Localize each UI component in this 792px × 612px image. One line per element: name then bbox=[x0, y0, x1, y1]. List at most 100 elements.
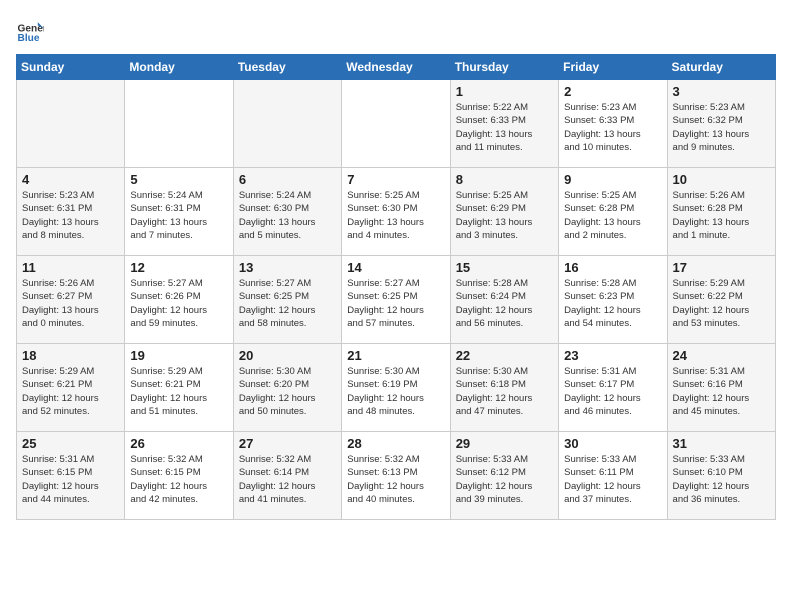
day-number: 15 bbox=[456, 260, 553, 275]
calendar-day-18: 18 Sunrise: 5:29 AM Sunset: 6:21 PM Dayli… bbox=[17, 344, 125, 432]
calendar-day-12: 12 Sunrise: 5:27 AM Sunset: 6:26 PM Dayli… bbox=[125, 256, 233, 344]
day-info: Sunrise: 5:31 AM Sunset: 6:16 PM Dayligh… bbox=[673, 365, 770, 418]
calendar-day-empty bbox=[125, 80, 233, 168]
day-info: Sunrise: 5:24 AM Sunset: 6:30 PM Dayligh… bbox=[239, 189, 336, 242]
day-info: Sunrise: 5:27 AM Sunset: 6:26 PM Dayligh… bbox=[130, 277, 227, 330]
day-number: 30 bbox=[564, 436, 661, 451]
day-info: Sunrise: 5:30 AM Sunset: 6:19 PM Dayligh… bbox=[347, 365, 444, 418]
calendar-day-4: 4 Sunrise: 5:23 AM Sunset: 6:31 PM Daylig… bbox=[17, 168, 125, 256]
day-info: Sunrise: 5:23 AM Sunset: 6:32 PM Dayligh… bbox=[673, 101, 770, 154]
day-number: 29 bbox=[456, 436, 553, 451]
calendar-week-row: 18 Sunrise: 5:29 AM Sunset: 6:21 PM Dayli… bbox=[17, 344, 776, 432]
day-info: Sunrise: 5:26 AM Sunset: 6:27 PM Dayligh… bbox=[22, 277, 119, 330]
day-info: Sunrise: 5:33 AM Sunset: 6:12 PM Dayligh… bbox=[456, 453, 553, 506]
day-info: Sunrise: 5:29 AM Sunset: 6:21 PM Dayligh… bbox=[22, 365, 119, 418]
calendar-day-30: 30 Sunrise: 5:33 AM Sunset: 6:11 PM Dayli… bbox=[559, 432, 667, 520]
day-number: 28 bbox=[347, 436, 444, 451]
day-number: 10 bbox=[673, 172, 770, 187]
calendar-day-17: 17 Sunrise: 5:29 AM Sunset: 6:22 PM Dayli… bbox=[667, 256, 775, 344]
day-info: Sunrise: 5:23 AM Sunset: 6:31 PM Dayligh… bbox=[22, 189, 119, 242]
calendar-day-21: 21 Sunrise: 5:30 AM Sunset: 6:19 PM Dayli… bbox=[342, 344, 450, 432]
calendar-day-3: 3 Sunrise: 5:23 AM Sunset: 6:32 PM Daylig… bbox=[667, 80, 775, 168]
day-info: Sunrise: 5:31 AM Sunset: 6:17 PM Dayligh… bbox=[564, 365, 661, 418]
day-info: Sunrise: 5:30 AM Sunset: 6:18 PM Dayligh… bbox=[456, 365, 553, 418]
calendar-day-9: 9 Sunrise: 5:25 AM Sunset: 6:28 PM Daylig… bbox=[559, 168, 667, 256]
calendar-day-24: 24 Sunrise: 5:31 AM Sunset: 6:16 PM Dayli… bbox=[667, 344, 775, 432]
day-info: Sunrise: 5:23 AM Sunset: 6:33 PM Dayligh… bbox=[564, 101, 661, 154]
weekday-header-monday: Monday bbox=[125, 55, 233, 80]
day-info: Sunrise: 5:25 AM Sunset: 6:30 PM Dayligh… bbox=[347, 189, 444, 242]
day-number: 24 bbox=[673, 348, 770, 363]
day-info: Sunrise: 5:26 AM Sunset: 6:28 PM Dayligh… bbox=[673, 189, 770, 242]
day-number: 23 bbox=[564, 348, 661, 363]
calendar-day-23: 23 Sunrise: 5:31 AM Sunset: 6:17 PM Dayli… bbox=[559, 344, 667, 432]
calendar-week-row: 1Sunrise: 5:22 AM Sunset: 6:33 PM Daylig… bbox=[17, 80, 776, 168]
day-number: 25 bbox=[22, 436, 119, 451]
day-number: 19 bbox=[130, 348, 227, 363]
calendar-day-10: 10 Sunrise: 5:26 AM Sunset: 6:28 PM Dayli… bbox=[667, 168, 775, 256]
weekday-header-sunday: Sunday bbox=[17, 55, 125, 80]
day-number: 27 bbox=[239, 436, 336, 451]
logo-icon: General Blue bbox=[16, 16, 44, 44]
calendar-day-28: 28 Sunrise: 5:32 AM Sunset: 6:13 PM Dayli… bbox=[342, 432, 450, 520]
day-number: 4 bbox=[22, 172, 119, 187]
day-number: 8 bbox=[456, 172, 553, 187]
calendar-day-16: 16 Sunrise: 5:28 AM Sunset: 6:23 PM Dayli… bbox=[559, 256, 667, 344]
day-info: Sunrise: 5:33 AM Sunset: 6:10 PM Dayligh… bbox=[673, 453, 770, 506]
day-info: Sunrise: 5:32 AM Sunset: 6:14 PM Dayligh… bbox=[239, 453, 336, 506]
day-info: Sunrise: 5:25 AM Sunset: 6:28 PM Dayligh… bbox=[564, 189, 661, 242]
day-number: 2 bbox=[564, 84, 661, 99]
calendar-day-empty bbox=[233, 80, 341, 168]
weekday-header-thursday: Thursday bbox=[450, 55, 558, 80]
day-number: 17 bbox=[673, 260, 770, 275]
calendar-day-19: 19 Sunrise: 5:29 AM Sunset: 6:21 PM Dayli… bbox=[125, 344, 233, 432]
day-number: 31 bbox=[673, 436, 770, 451]
weekday-header-friday: Friday bbox=[559, 55, 667, 80]
day-number: 26 bbox=[130, 436, 227, 451]
day-number: 1 bbox=[456, 84, 553, 99]
calendar-day-1: 1Sunrise: 5:22 AM Sunset: 6:33 PM Daylig… bbox=[450, 80, 558, 168]
day-info: Sunrise: 5:33 AM Sunset: 6:11 PM Dayligh… bbox=[564, 453, 661, 506]
calendar-day-2: 2 Sunrise: 5:23 AM Sunset: 6:33 PM Daylig… bbox=[559, 80, 667, 168]
calendar-day-empty bbox=[342, 80, 450, 168]
day-info: Sunrise: 5:29 AM Sunset: 6:21 PM Dayligh… bbox=[130, 365, 227, 418]
svg-text:Blue: Blue bbox=[18, 33, 40, 44]
day-info: Sunrise: 5:27 AM Sunset: 6:25 PM Dayligh… bbox=[239, 277, 336, 330]
calendar-day-29: 29 Sunrise: 5:33 AM Sunset: 6:12 PM Dayli… bbox=[450, 432, 558, 520]
calendar-day-25: 25 Sunrise: 5:31 AM Sunset: 6:15 PM Dayli… bbox=[17, 432, 125, 520]
day-number: 11 bbox=[22, 260, 119, 275]
calendar-day-20: 20Sunrise: 5:30 AM Sunset: 6:20 PM Dayli… bbox=[233, 344, 341, 432]
calendar-day-26: 26 Sunrise: 5:32 AM Sunset: 6:15 PM Dayli… bbox=[125, 432, 233, 520]
calendar-day-31: 31 Sunrise: 5:33 AM Sunset: 6:10 PM Dayli… bbox=[667, 432, 775, 520]
calendar-day-14: 14Sunrise: 5:27 AM Sunset: 6:25 PM Dayli… bbox=[342, 256, 450, 344]
day-number: 18 bbox=[22, 348, 119, 363]
day-number: 9 bbox=[564, 172, 661, 187]
calendar-day-empty bbox=[17, 80, 125, 168]
day-number: 16 bbox=[564, 260, 661, 275]
calendar-week-row: 11 Sunrise: 5:26 AM Sunset: 6:27 PM Dayli… bbox=[17, 256, 776, 344]
day-info: Sunrise: 5:31 AM Sunset: 6:15 PM Dayligh… bbox=[22, 453, 119, 506]
calendar-week-row: 25 Sunrise: 5:31 AM Sunset: 6:15 PM Dayli… bbox=[17, 432, 776, 520]
day-info: Sunrise: 5:24 AM Sunset: 6:31 PM Dayligh… bbox=[130, 189, 227, 242]
calendar-day-11: 11 Sunrise: 5:26 AM Sunset: 6:27 PM Dayli… bbox=[17, 256, 125, 344]
day-info: Sunrise: 5:32 AM Sunset: 6:15 PM Dayligh… bbox=[130, 453, 227, 506]
day-number: 12 bbox=[130, 260, 227, 275]
day-number: 3 bbox=[673, 84, 770, 99]
day-info: Sunrise: 5:32 AM Sunset: 6:13 PM Dayligh… bbox=[347, 453, 444, 506]
calendar-table: SundayMondayTuesdayWednesdayThursdayFrid… bbox=[16, 54, 776, 520]
weekday-header-wednesday: Wednesday bbox=[342, 55, 450, 80]
calendar-day-15: 15 Sunrise: 5:28 AM Sunset: 6:24 PM Dayli… bbox=[450, 256, 558, 344]
calendar-day-6: 6Sunrise: 5:24 AM Sunset: 6:30 PM Daylig… bbox=[233, 168, 341, 256]
day-info: Sunrise: 5:29 AM Sunset: 6:22 PM Dayligh… bbox=[673, 277, 770, 330]
day-info: Sunrise: 5:27 AM Sunset: 6:25 PM Dayligh… bbox=[347, 277, 444, 330]
day-number: 21 bbox=[347, 348, 444, 363]
calendar-day-13: 13 Sunrise: 5:27 AM Sunset: 6:25 PM Dayli… bbox=[233, 256, 341, 344]
day-info: Sunrise: 5:28 AM Sunset: 6:23 PM Dayligh… bbox=[564, 277, 661, 330]
calendar-day-27: 27 Sunrise: 5:32 AM Sunset: 6:14 PM Dayli… bbox=[233, 432, 341, 520]
day-number: 5 bbox=[130, 172, 227, 187]
day-number: 20 bbox=[239, 348, 336, 363]
day-info: Sunrise: 5:28 AM Sunset: 6:24 PM Dayligh… bbox=[456, 277, 553, 330]
weekday-header-row: SundayMondayTuesdayWednesdayThursdayFrid… bbox=[17, 55, 776, 80]
calendar-day-7: 7Sunrise: 5:25 AM Sunset: 6:30 PM Daylig… bbox=[342, 168, 450, 256]
day-number: 13 bbox=[239, 260, 336, 275]
